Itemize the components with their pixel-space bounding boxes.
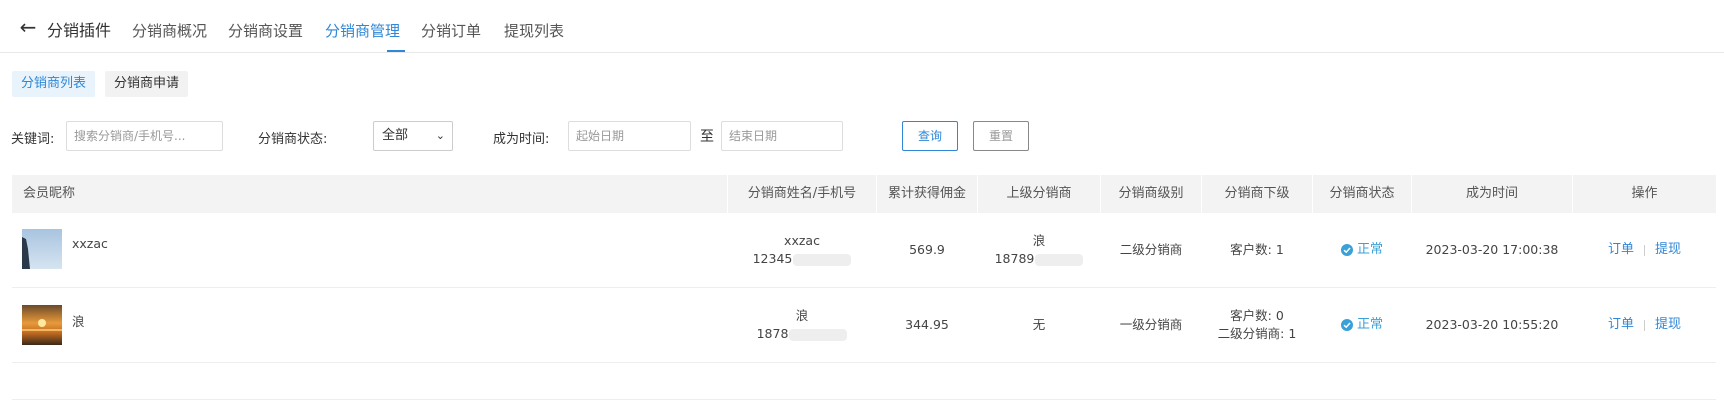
tab-management[interactable]: 分销商管理: [325, 20, 400, 41]
col-subordinates: 分销商下级: [1224, 186, 1290, 201]
back-arrow-icon[interactable]: ←: [18, 15, 38, 39]
app-title: 分销插件: [47, 21, 112, 40]
status-cell: 正常: [1313, 288, 1411, 362]
subordinates-cell: 客户数: 1: [1202, 213, 1312, 287]
join-time: 2023-03-20 17:00:38: [1425, 242, 1559, 257]
start-date-input[interactable]: 起始日期: [568, 121, 691, 151]
withdraw-link[interactable]: 提现: [1655, 241, 1681, 259]
parent-cell: 浪 18789: [978, 213, 1100, 287]
table-row: xxzac xxzac 12345 569.9 浪 18789 二级分销商 客户…: [12, 213, 1716, 288]
check-circle-icon: [1340, 319, 1353, 331]
tab-settings[interactable]: 分销商设置: [228, 20, 303, 41]
distributor-phone: 1878: [757, 325, 848, 343]
customer-count: 客户数: 0: [1230, 308, 1284, 323]
action-divider: [1644, 244, 1645, 256]
avatar: [22, 305, 62, 345]
actions-cell: 订单 提现: [1573, 288, 1716, 362]
keyword-search-input[interactable]: 搜索分销商/手机号...: [66, 121, 223, 151]
status-select[interactable]: 全部 ⌄: [373, 121, 453, 151]
col-actions: 操作: [1631, 186, 1658, 201]
actions-cell: 订单 提现: [1573, 213, 1716, 287]
name-phone-cell: 浪 1878: [728, 288, 876, 362]
col-parent: 上级分销商: [1006, 186, 1072, 201]
chevron-down-icon: ⌄: [435, 129, 445, 142]
member-nickname: xxzac: [72, 236, 108, 251]
status-text: 正常: [1356, 317, 1383, 332]
member-nickname: 浪: [72, 314, 85, 329]
tab-withdrawals[interactable]: 提现列表: [504, 20, 564, 41]
sub-distributor-count: 二级分销商: 1: [1217, 326, 1297, 341]
parent-name: 无: [1032, 317, 1046, 332]
status-badge: 正常: [1340, 316, 1383, 334]
subtab-distributor-apply[interactable]: 分销商申请: [105, 71, 189, 97]
col-time: 成为时间: [1465, 186, 1518, 201]
distributor-level: 二级分销商: [1119, 242, 1183, 257]
distributor-level: 一级分销商: [1119, 317, 1183, 332]
customer-count: 客户数: 1: [1230, 242, 1284, 257]
col-commission: 累计获得佣金: [887, 186, 966, 201]
table-row: 浪 浪 1878 344.95 无 一级分销商 客户数: 0 二级分销商: 1 …: [12, 288, 1716, 363]
active-tab-indicator: [387, 50, 405, 52]
commission: 344.95: [905, 317, 949, 332]
table-header: 会员昵称 分销商姓名/手机号 累计获得佣金 上级分销商 分销商级别 分销商下级 …: [12, 175, 1716, 213]
join-time: 2023-03-20 10:55:20: [1425, 317, 1559, 332]
commission: 569.9: [909, 242, 945, 257]
keyword-label: 关键词:: [11, 132, 55, 147]
parent-name: 浪: [1032, 233, 1046, 248]
parent-cell: 无: [978, 288, 1100, 362]
order-link[interactable]: 订单: [1608, 316, 1634, 334]
check-circle-icon: [1340, 244, 1353, 256]
reset-button[interactable]: 重置: [973, 121, 1029, 151]
avatar: [22, 229, 62, 269]
subordinates-cell: 客户数: 0 二级分销商: 1: [1202, 288, 1312, 362]
distributor-phone: 12345: [753, 250, 852, 268]
distributor-name: xxzac: [784, 233, 820, 248]
tab-overview[interactable]: 分销商概况: [132, 20, 207, 41]
redacted-phone: [789, 328, 848, 341]
time-label: 成为时间:: [493, 132, 550, 147]
parent-phone: 18789: [995, 250, 1084, 268]
status-cell: 正常: [1313, 213, 1411, 287]
redacted-phone: [793, 253, 852, 266]
distributor-name: 浪: [795, 308, 809, 323]
table-bottom-divider: [12, 399, 1716, 400]
status-text: 正常: [1356, 242, 1383, 257]
name-phone-cell: xxzac 12345: [728, 213, 876, 287]
top-navigation: ← 分销插件 分销商概况 分销商设置 分销商管理 分销订单 提现列表: [0, 0, 1724, 53]
col-status: 分销商状态: [1329, 186, 1395, 201]
action-divider: [1644, 319, 1645, 331]
query-button[interactable]: 查询: [902, 121, 958, 151]
status-select-value: 全部: [382, 128, 409, 143]
col-nickname: 会员昵称: [23, 186, 76, 201]
redacted-phone: [1035, 253, 1084, 266]
withdraw-link[interactable]: 提现: [1655, 316, 1681, 334]
tab-orders[interactable]: 分销订单: [421, 20, 481, 41]
status-badge: 正常: [1340, 241, 1383, 259]
end-date-input[interactable]: 结束日期: [721, 121, 843, 151]
col-name-phone: 分销商姓名/手机号: [747, 186, 857, 201]
order-link[interactable]: 订单: [1608, 241, 1634, 259]
status-label: 分销商状态:: [258, 132, 328, 147]
col-level: 分销商级别: [1118, 186, 1184, 201]
subtab-distributor-list[interactable]: 分销商列表: [12, 71, 96, 97]
date-range-separator: 至: [700, 129, 714, 145]
